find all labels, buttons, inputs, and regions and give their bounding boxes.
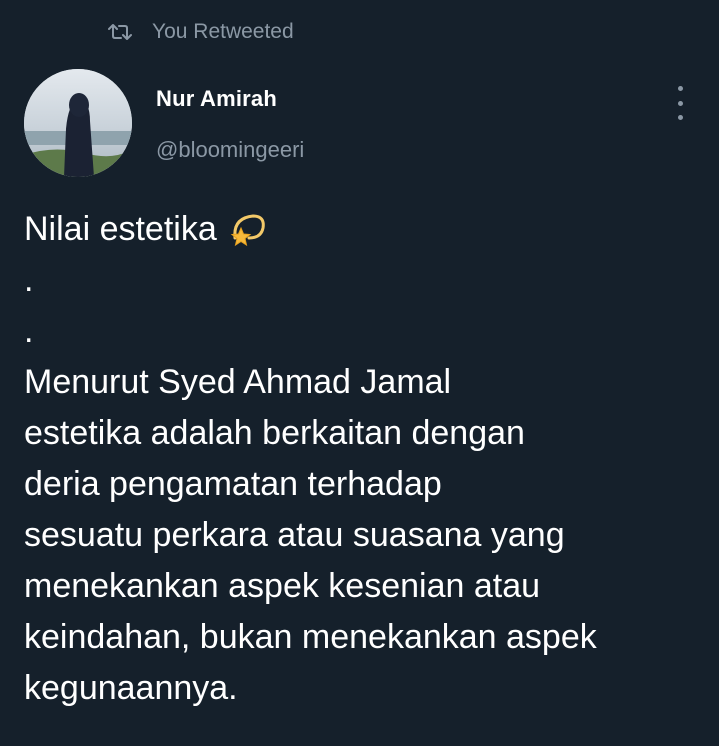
tweet-line: Nilai estetika <box>24 204 704 255</box>
more-dot <box>677 100 683 106</box>
more-options-button[interactable] <box>666 86 694 120</box>
tweet-line: . <box>24 261 34 299</box>
tweet-line: deria pengamatan terhadap <box>24 465 442 503</box>
more-vertical-icon <box>677 86 683 91</box>
tweet-line: . <box>24 312 34 350</box>
retweet-icon <box>108 24 132 40</box>
tweet-line: Menurut Syed Ahmad Jamal <box>24 363 452 401</box>
avatar[interactable] <box>24 69 132 177</box>
author-display-name[interactable]: Nur Amirah <box>156 86 277 112</box>
tweet-line: kegunaannya. <box>24 669 238 707</box>
more-dot <box>677 115 683 120</box>
shooting-star-emoji <box>230 214 265 247</box>
avatar-photo <box>24 69 132 177</box>
retweet-label: You Retweeted <box>152 20 294 43</box>
tweet-line: sesuatu perkara atau suasana yang <box>24 516 565 554</box>
tweet-line: menekankan aspek kesenian atau <box>24 567 541 605</box>
author-handle[interactable]: @bloomingeeri <box>156 137 304 163</box>
tweet-line: estetika adalah berkaitan dengan <box>24 414 525 452</box>
retweet-indicator: You Retweeted <box>108 18 294 46</box>
tweet-line: keindahan, bukan menekankan aspek <box>24 618 597 656</box>
tweet-text: Nilai estetika . . Menurut Syed Ahmad Ja… <box>24 204 704 714</box>
tweet-line-text: Nilai estetika <box>24 210 217 248</box>
